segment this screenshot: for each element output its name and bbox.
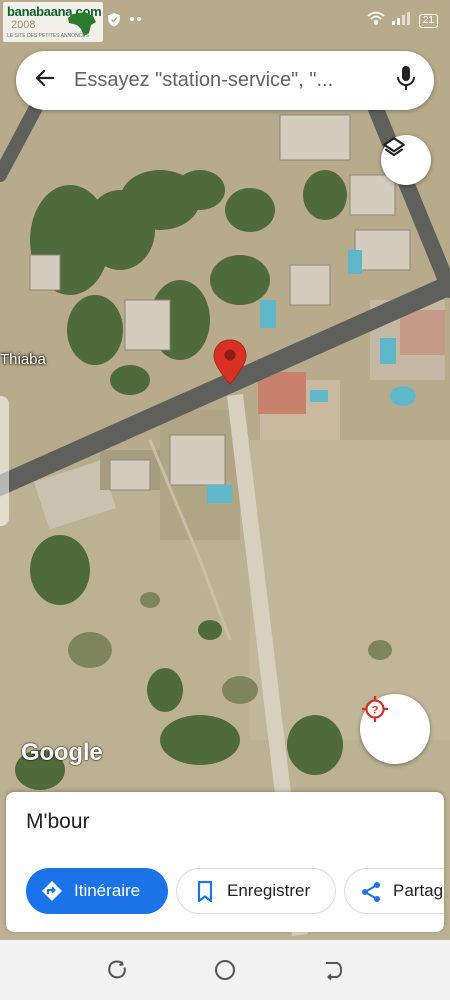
directions-label: Itinéraire: [74, 881, 141, 900]
home-icon: [214, 960, 236, 985]
search-bar[interactable]: Essayez "station-service", "...: [16, 51, 434, 110]
mic-icon: [395, 65, 417, 96]
back-nav-button[interactable]: [322, 959, 344, 981]
search-input[interactable]: Essayez "station-service", "...: [74, 69, 378, 92]
my-location-button[interactable]: ?: [360, 694, 430, 764]
side-panel-handle[interactable]: [0, 396, 9, 526]
map-place-label[interactable]: Thiaba: [0, 351, 46, 368]
watermark-year: 2008: [11, 19, 36, 31]
save-button[interactable]: Enregistrer: [176, 868, 336, 914]
google-attribution-logo: Google: [21, 739, 103, 766]
save-label: Enregistrer: [227, 881, 311, 900]
directions-icon: [40, 879, 64, 908]
bookmark-icon: [195, 880, 215, 909]
back-icon: [322, 962, 344, 985]
share-icon: [359, 880, 383, 909]
directions-button[interactable]: Itinéraire: [26, 868, 168, 914]
share-button[interactable]: Partag: [344, 868, 444, 914]
system-navigation-bar: [0, 940, 450, 1000]
shield-icon: [107, 12, 121, 30]
place-actions: Itinéraire Enregistrer Partag: [26, 868, 444, 914]
back-button[interactable]: [16, 51, 74, 110]
dots-icon: [129, 12, 143, 30]
status-bar: banabaana.com 2008 LE SITE DES PETITES A…: [0, 0, 450, 42]
africa-map-icon: [65, 11, 99, 42]
share-label: Partag: [393, 881, 444, 900]
layers-button[interactable]: [381, 135, 431, 185]
svg-text:?: ?: [372, 705, 379, 717]
voice-search-button[interactable]: [378, 51, 434, 110]
recents-button[interactable]: [106, 959, 128, 981]
place-title: M'bour: [26, 810, 90, 833]
battery-icon: 21: [418, 13, 438, 28]
watermark-logo: banabaana.com 2008 LE SITE DES PETITES A…: [3, 2, 103, 42]
home-button[interactable]: [214, 959, 236, 981]
wifi-icon: [367, 11, 385, 30]
recents-icon: [106, 960, 128, 985]
signal-icon: [391, 11, 413, 30]
arrow-left-icon: [33, 66, 57, 95]
place-bottom-sheet[interactable]: M'bour Itinéraire Enregistrer Partag: [6, 792, 444, 932]
